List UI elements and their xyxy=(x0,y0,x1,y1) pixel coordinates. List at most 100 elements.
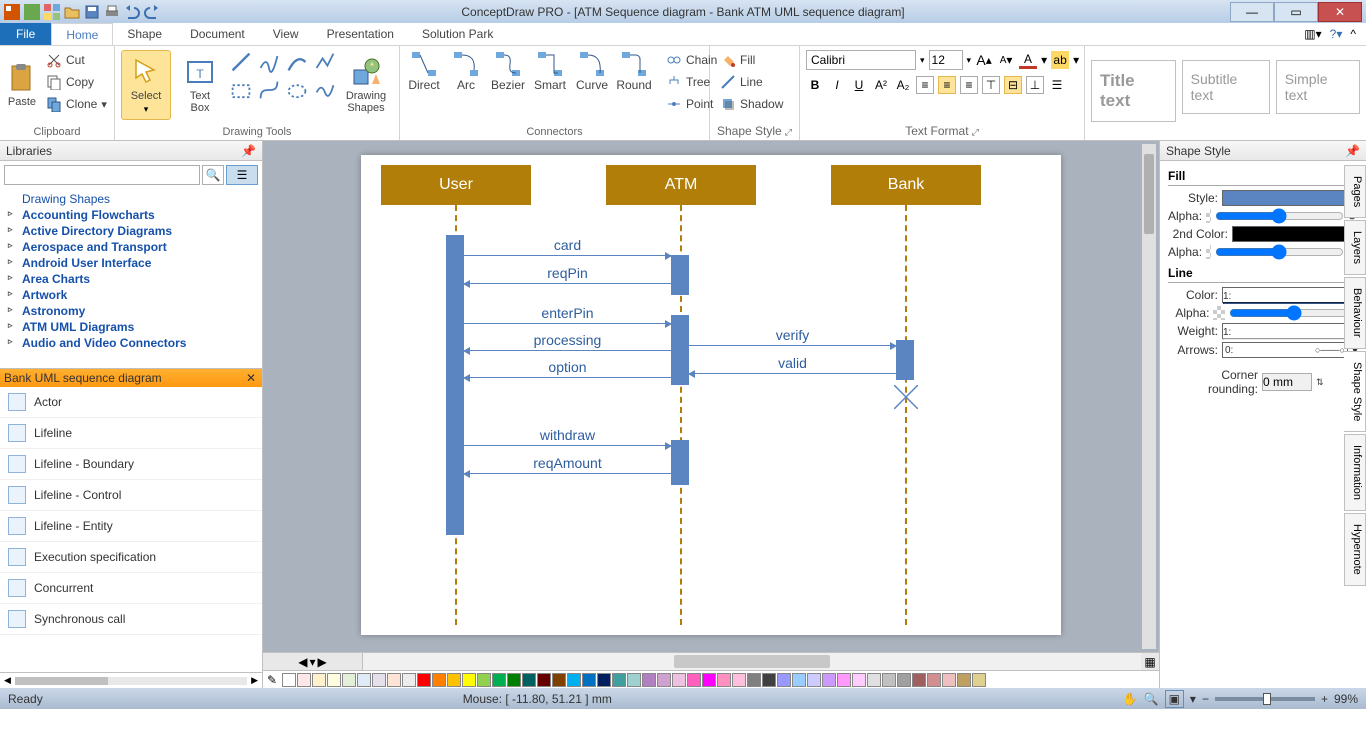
connector-bezier[interactable]: Bezier xyxy=(490,50,526,92)
title-text-placeholder[interactable]: Title text xyxy=(1091,60,1176,122)
shape-lifeline-entity[interactable]: Lifeline - Entity xyxy=(0,511,262,542)
pin-icon[interactable]: 📌 xyxy=(241,144,256,158)
pin-right-icon[interactable]: 📌 xyxy=(1345,144,1360,158)
paste-button[interactable]: Paste xyxy=(6,50,38,120)
highlight-icon[interactable]: ab xyxy=(1051,51,1069,69)
library-tree[interactable]: Drawing Shapes Accounting Flowcharts Act… xyxy=(0,189,262,369)
tab-presentation[interactable]: Presentation xyxy=(313,23,408,45)
eyedropper-icon[interactable]: ✎ xyxy=(267,673,277,687)
split-icon[interactable]: ▦ xyxy=(1141,653,1159,670)
shape-actor[interactable]: Actor xyxy=(0,387,262,418)
qa-print-icon[interactable] xyxy=(104,4,120,20)
connector-direct[interactable]: Direct xyxy=(406,50,442,92)
color-swatch[interactable] xyxy=(537,673,551,687)
color-swatch[interactable] xyxy=(627,673,641,687)
subtitle-text-placeholder[interactable]: Subtitle text xyxy=(1182,60,1270,114)
arrow-option[interactable] xyxy=(464,377,671,378)
color-swatch[interactable] xyxy=(762,673,776,687)
grow-font-icon[interactable]: A▴ xyxy=(975,51,993,69)
fill-button[interactable]: Fill xyxy=(716,50,787,70)
lib-artwork[interactable]: Artwork xyxy=(0,287,262,303)
qa-open-icon[interactable] xyxy=(64,4,80,20)
lib-astronomy[interactable]: Astronomy xyxy=(0,303,262,319)
italic-icon[interactable]: I xyxy=(828,76,846,94)
corner-rounding-input[interactable] xyxy=(1262,373,1312,391)
line-button[interactable]: Line xyxy=(716,72,787,92)
tool-scribble[interactable] xyxy=(257,50,281,74)
color-swatch[interactable] xyxy=(957,673,971,687)
arrows-swatch[interactable]: 0:○───○ xyxy=(1222,342,1348,358)
tab-pages[interactable]: Pages xyxy=(1344,165,1366,218)
copy-button[interactable]: Copy xyxy=(42,72,111,92)
color-swatch[interactable] xyxy=(327,673,341,687)
color-swatch[interactable] xyxy=(777,673,791,687)
color-swatch[interactable] xyxy=(942,673,956,687)
superscript-icon[interactable]: A² xyxy=(872,76,890,94)
fill-style-swatch[interactable] xyxy=(1222,190,1348,206)
arrow-verify[interactable] xyxy=(689,345,896,346)
color-swatch[interactable] xyxy=(687,673,701,687)
tool-bezier[interactable] xyxy=(257,78,281,102)
connector-smart[interactable]: Smart xyxy=(532,50,568,92)
second-alpha-slider[interactable] xyxy=(1215,247,1344,257)
tool-spline[interactable] xyxy=(313,78,337,102)
shape-execution-spec[interactable]: Execution specification xyxy=(0,542,262,573)
color-swatch[interactable] xyxy=(732,673,746,687)
activation-atm-1[interactable] xyxy=(671,255,689,295)
connector-curve[interactable]: Curve xyxy=(574,50,610,92)
color-swatch[interactable] xyxy=(447,673,461,687)
qa-save-icon[interactable] xyxy=(84,4,100,20)
help-icon[interactable]: ?▾ xyxy=(1330,27,1343,41)
arrow-enterpin[interactable] xyxy=(464,323,671,324)
select-tool[interactable]: Select▾ xyxy=(121,50,171,120)
arrow-valid[interactable] xyxy=(689,373,896,374)
color-swatch[interactable] xyxy=(822,673,836,687)
close-button[interactable]: ✕ xyxy=(1318,2,1362,22)
qa-icon-1[interactable] xyxy=(24,4,40,20)
color-swatch[interactable] xyxy=(492,673,506,687)
lib-active-directory[interactable]: Active Directory Diagrams xyxy=(0,223,262,239)
font-size-select[interactable] xyxy=(929,50,963,70)
color-swatch[interactable] xyxy=(522,673,536,687)
qa-redo-icon[interactable] xyxy=(144,4,160,20)
activation-atm-3[interactable] xyxy=(671,440,689,485)
collapse-ribbon-icon[interactable]: ^ xyxy=(1350,27,1356,41)
tool-ellipse[interactable] xyxy=(285,78,309,102)
color-swatch[interactable] xyxy=(807,673,821,687)
horizontal-scrollbar[interactable] xyxy=(363,653,1141,670)
zoom-tool-icon[interactable]: 🔍 xyxy=(1144,692,1159,706)
lib-accounting[interactable]: Accounting Flowcharts xyxy=(0,207,262,223)
align-right-icon[interactable]: ≡ xyxy=(960,76,978,94)
canvas-viewport[interactable]: User ATM Bank card reqPin xyxy=(263,141,1159,652)
color-swatch[interactable] xyxy=(567,673,581,687)
color-swatch[interactable] xyxy=(477,673,491,687)
align-top-icon[interactable]: ⊤ xyxy=(982,76,1000,94)
tab-information[interactable]: Information xyxy=(1344,434,1366,511)
color-swatch[interactable] xyxy=(972,673,986,687)
tab-home[interactable]: Home xyxy=(51,23,113,45)
tab-solution-park[interactable]: Solution Park xyxy=(408,23,507,45)
arrow-reqpin[interactable] xyxy=(464,283,671,284)
activation-bank[interactable] xyxy=(896,340,914,380)
qa-undo-icon[interactable] xyxy=(124,4,140,20)
color-swatch[interactable] xyxy=(312,673,326,687)
color-swatch[interactable] xyxy=(792,673,806,687)
actor-atm[interactable]: ATM xyxy=(606,165,756,205)
color-swatch[interactable] xyxy=(552,673,566,687)
tab-shape[interactable]: Shape xyxy=(113,23,176,45)
corner-stepper[interactable]: ⇅ xyxy=(1316,377,1324,388)
color-swatch[interactable] xyxy=(357,673,371,687)
line-alpha-slider[interactable] xyxy=(1229,308,1358,318)
underline-icon[interactable]: U xyxy=(850,76,868,94)
line-color-swatch[interactable]: 1: xyxy=(1222,287,1348,303)
zoom-level[interactable]: 99% xyxy=(1334,692,1358,706)
color-swatch[interactable] xyxy=(462,673,476,687)
color-swatch[interactable] xyxy=(582,673,596,687)
line-weight-swatch[interactable]: 1: xyxy=(1222,323,1348,339)
panels-icon[interactable]: ▥▾ xyxy=(1304,27,1321,41)
cut-button[interactable]: Cut xyxy=(42,50,111,70)
diagram-page[interactable]: User ATM Bank card reqPin xyxy=(361,155,1061,635)
close-library-icon[interactable]: ✕ xyxy=(244,371,258,385)
color-swatch[interactable] xyxy=(612,673,626,687)
align-bottom-icon[interactable]: ⊥ xyxy=(1026,76,1044,94)
